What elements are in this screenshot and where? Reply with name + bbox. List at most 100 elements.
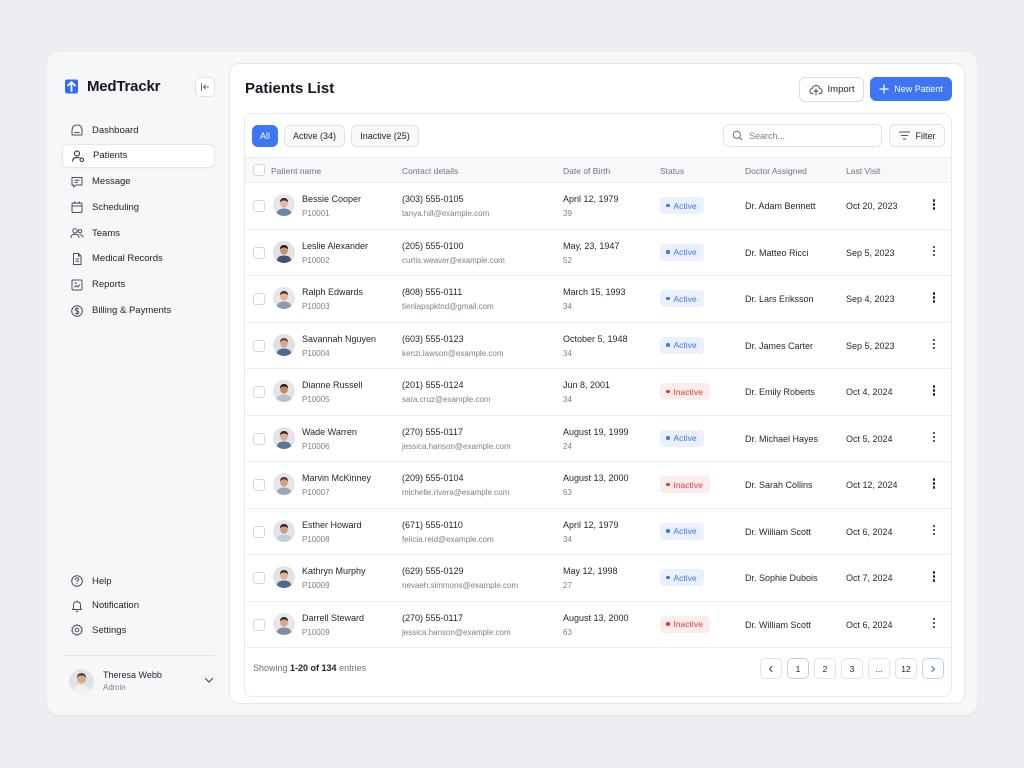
patient-id: P10009 [302,627,330,637]
patient-name[interactable]: Kathryn Murphy [302,566,366,576]
status-badge: Inactive [660,383,710,400]
patient-dob: August 13, 2000 [563,612,629,623]
table-row[interactable]: Ralph Edwards P10003 (808) 555-0111 tienlap… [245,276,951,323]
table-row[interactable]: Bessie Cooper P10001 (303) 555-0105 tanya.h… [245,183,951,230]
page-button-12[interactable]: 12 [895,658,917,679]
sidebar-item-settings[interactable]: Settings [62,618,215,642]
patient-name[interactable]: Bessie Cooper [302,194,361,204]
more-options-icon[interactable] [931,199,937,213]
patient-email[interactable]: michelle.rivera@example.com [402,488,509,497]
page-button-1[interactable]: 1 [787,658,809,679]
patient-email[interactable]: jessica.hanson@example.com [402,628,511,637]
more-options-icon[interactable] [931,617,937,632]
select-all-checkbox[interactable] [253,164,265,176]
patient-name[interactable]: Wade Warren [302,427,357,437]
row-checkbox[interactable] [253,339,265,352]
row-checkbox[interactable] [253,200,265,212]
patient-email[interactable]: kenzi.lawson@example.com [402,349,504,358]
column-header[interactable]: Contact details [402,166,458,176]
patient-name[interactable]: Darrell Steward [302,613,364,623]
search-input[interactable] [749,130,869,141]
more-options-icon[interactable] [931,338,937,353]
patient-name[interactable]: Esther Howard [302,520,362,530]
patient-email[interactable]: tienlapspktnd@gmail.com [402,302,494,311]
help-icon [71,575,83,587]
last-visit: Oct 4, 2024 [846,387,893,397]
sidebar-item-patients[interactable]: Patients [62,143,215,168]
collapse-sidebar-button[interactable] [195,77,215,97]
sidebar-item-label: Teams [92,227,120,239]
column-header[interactable]: Date of Birth [563,166,610,176]
table-row[interactable]: Savannah Nguyen P10004 (603) 555-0123 kenzi… [245,323,951,369]
row-checkbox[interactable] [253,386,265,398]
row-checkbox[interactable] [253,572,265,584]
sidebar-item-notification[interactable]: Notification [62,594,215,618]
brand[interactable]: MedTrackr [63,78,160,95]
patient-email[interactable]: felicia.reid@example.com [402,535,494,544]
status-dot [666,622,670,626]
patient-email[interactable]: nevaeh.simmons@example.com [402,581,518,590]
table-header: Patient name Contact details Date of Bir… [245,157,951,183]
patient-name[interactable]: Ralph Edwards [302,287,363,297]
more-options-icon[interactable] [931,385,937,399]
column-header[interactable]: Status [660,166,684,176]
sidebar-item-teams[interactable]: Teams [62,221,215,245]
filter-button[interactable]: Filter [889,124,945,147]
patient-email[interactable]: jessica.hanson@example.com [402,442,511,451]
patient-name[interactable]: Dianne Russell [302,380,363,390]
more-options-icon[interactable] [931,524,937,539]
status-dot [666,389,670,394]
records-icon [73,252,82,265]
row-checkbox[interactable] [253,525,265,538]
page-button-3[interactable]: 3 [841,658,863,679]
last-visit: Oct 6, 2024 [846,526,893,537]
sidebar-item-reports[interactable]: Reports [62,273,215,297]
column-header[interactable]: Patient name [271,166,321,176]
patient-name[interactable]: Marvin McKinney [302,473,371,483]
new-patient-button[interactable]: New Patient [870,77,952,101]
row-checkbox[interactable] [253,479,265,491]
table-row[interactable]: Kathryn Murphy P10009 (629) 555-0129 nevaeh… [245,555,951,602]
table-row[interactable]: Dianne Russell P10005 (201) 555-0124 sara.c… [245,369,951,416]
more-options-icon[interactable] [931,571,937,585]
next-page-button[interactable] [922,658,944,679]
row-checkbox[interactable] [253,246,265,259]
tab-all[interactable]: All [252,125,278,147]
column-header[interactable]: Doctor Assigned [745,166,807,176]
table-row[interactable]: Esther Howard P10008 (671) 555-0110 felicia… [245,509,951,555]
sidebar-item-dashboard[interactable]: Dashboard [62,118,215,142]
more-options-icon[interactable] [931,431,937,446]
row-checkbox[interactable] [253,432,265,445]
more-options-icon[interactable] [931,292,937,306]
prev-page-button[interactable] [760,658,782,679]
sidebar-item-message[interactable]: Message [62,170,215,194]
chevron-down-icon[interactable] [203,674,215,686]
import-button[interactable]: Import [799,77,864,102]
sidebar-item-billing[interactable]: Billing & Payments [62,299,215,323]
patient-name[interactable]: Leslie Alexander [302,241,368,251]
more-options-icon[interactable] [931,478,937,492]
billing-icon [71,304,83,317]
sidebar-item-scheduling[interactable]: Scheduling [62,195,215,219]
sidebar-item-medical-records[interactable]: Medical Records [62,247,215,271]
patient-email[interactable]: tanya.hill@example.com [402,209,489,218]
last-visit: Oct 6, 2024 [846,619,893,630]
patient-email[interactable]: sara.cruz@example.com [402,395,491,404]
column-header[interactable]: Last Visit [846,166,880,176]
table-row[interactable]: Darrell Steward P10009 (270) 555-0117 jessi… [245,602,951,648]
patient-dob: April 12, 1979 [563,194,619,204]
row-checkbox[interactable] [253,293,265,305]
patient-email[interactable]: curtis.weaver@example.com [402,256,505,265]
tab-inactive[interactable]: Inactive (25) [351,125,419,147]
user-profile[interactable]: Theresa Webb Admin [69,666,215,696]
patient-name[interactable]: Savannah Nguyen [302,334,376,344]
sidebar-item-help[interactable]: Help [62,569,215,593]
table-row[interactable]: Leslie Alexander P10002 (205) 555-0100 curt… [245,230,951,276]
row-checkbox[interactable] [253,618,265,631]
table-row[interactable]: Marvin McKinney P10007 (209) 555-0104 miche… [245,462,951,509]
tab-active[interactable]: Active (34) [284,125,345,147]
doctor-assigned: Dr. Sarah Collins [745,480,813,490]
more-options-icon[interactable] [931,245,937,260]
page-button-2[interactable]: 2 [814,658,836,679]
table-row[interactable]: Wade Warren P10006 (270) 555-0117 jessica.h… [245,416,951,462]
